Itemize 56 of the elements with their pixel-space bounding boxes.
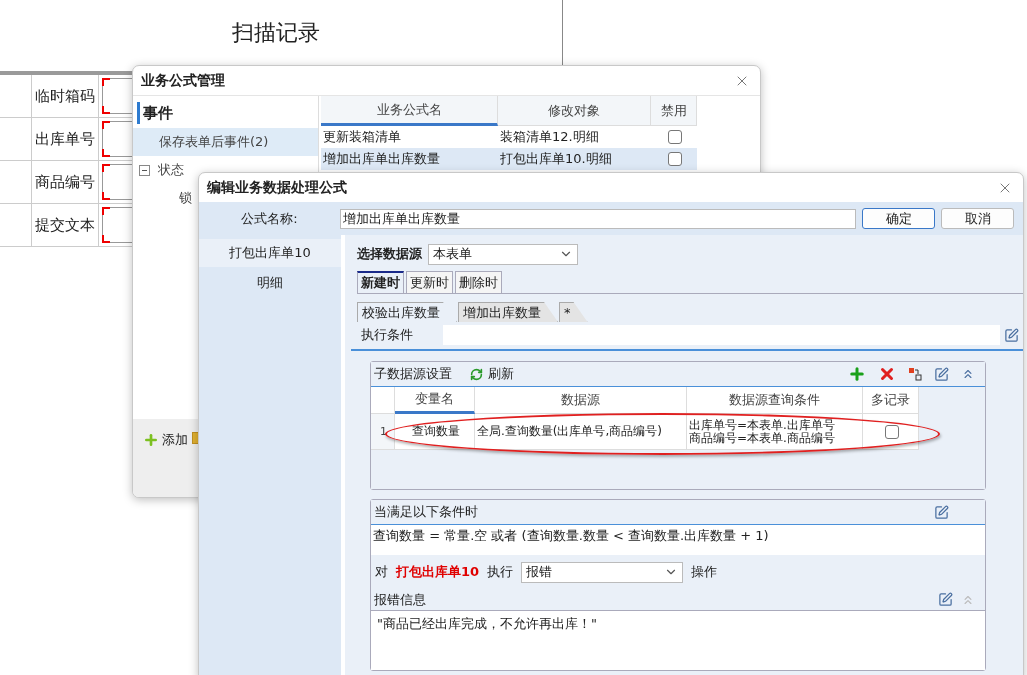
column-header[interactable]: 修改对象 — [498, 96, 651, 126]
panel-title: 当满足以下条件时 — [374, 503, 478, 521]
table-cell-text: 增加出库单出库数量 — [322, 150, 441, 168]
checkbox[interactable] — [884, 424, 899, 439]
row-number: 1 — [371, 414, 395, 450]
field-label: 出库单号 — [31, 118, 99, 160]
panel-title: 子数据源设置 — [374, 365, 452, 383]
table-cell: 出库单号=本表单.出库单号 商品编号=本表单.商品编号 — [687, 414, 863, 450]
refresh-button[interactable]: 刷新 — [470, 365, 514, 383]
field-label: 提交文本 — [31, 204, 99, 246]
name-label: 公式名称: — [240, 209, 299, 228]
tree-item[interactable]: 保存表单后事件(2) — [133, 128, 318, 156]
column-header[interactable]: 多记录 — [863, 387, 919, 414]
table-cell-text: 打包出库单10.明细 — [499, 150, 613, 168]
action-dropdown[interactable]: 报错 — [521, 561, 684, 583]
condition-label: 执行条件 — [360, 326, 414, 344]
window-title: 业务公式管理 — [141, 71, 225, 90]
window-title: 编辑业务数据处理公式 — [207, 178, 347, 197]
action-text: 操作 — [691, 563, 718, 581]
target-name: 打包出库单10 — [396, 563, 480, 581]
tab[interactable]: 删除时 — [455, 271, 502, 294]
table-row[interactable]: 增加出库单出库数量 打包出库单10.明细 — [321, 148, 697, 170]
name-field[interactable]: 增加出库单出库数量 — [340, 208, 856, 229]
refresh-icon — [470, 367, 483, 381]
action-text: 对 — [375, 563, 388, 581]
field-label: 临时箱码 — [31, 75, 99, 117]
tab[interactable]: 新建时 — [357, 271, 404, 294]
column-header[interactable]: 变量名 — [395, 387, 475, 414]
column-header[interactable]: 业务公式名 — [321, 96, 498, 126]
page-title: 扫描记录 — [232, 19, 320, 47]
checkbox[interactable] — [668, 152, 682, 166]
cancel-button[interactable]: 取消 — [941, 208, 1014, 229]
action-text: 执行 — [487, 563, 514, 581]
source-dropdown[interactable]: 本表单 — [428, 243, 578, 265]
message-label: 报错信息 — [374, 590, 426, 609]
add-button[interactable]: 添加 — [143, 431, 188, 449]
column-header[interactable]: 数据源 — [475, 387, 687, 414]
tab[interactable]: 校验出库数量 — [357, 302, 457, 322]
table-cell: 全局.查询数量(出库单号,商品编号) — [475, 414, 687, 450]
ok-button[interactable]: 确定 — [862, 208, 935, 229]
source-label: 选择数据源 — [357, 245, 422, 263]
table-cell-text: 装箱清单12.明细 — [499, 128, 600, 146]
tab[interactable]: * — [559, 302, 588, 322]
tab[interactable]: 增加出库数量 — [458, 302, 558, 322]
field-label: 商品编号 — [31, 161, 99, 203]
column-header[interactable]: 禁用 — [651, 96, 697, 126]
column-header[interactable]: 数据源查询条件 — [687, 387, 863, 414]
source-item[interactable]: 打包出库单10 — [199, 239, 341, 267]
plus-icon — [143, 432, 159, 448]
table-cell-text: 更新装箱清单 — [322, 128, 402, 146]
source-item[interactable]: 明细 — [199, 269, 341, 297]
tab[interactable]: 更新时 — [406, 271, 453, 294]
checkbox[interactable] — [668, 130, 682, 144]
collapse-icon[interactable] — [139, 164, 150, 176]
section-heading: 事件 — [137, 102, 318, 124]
table-cell: 查询数量 — [395, 414, 475, 450]
